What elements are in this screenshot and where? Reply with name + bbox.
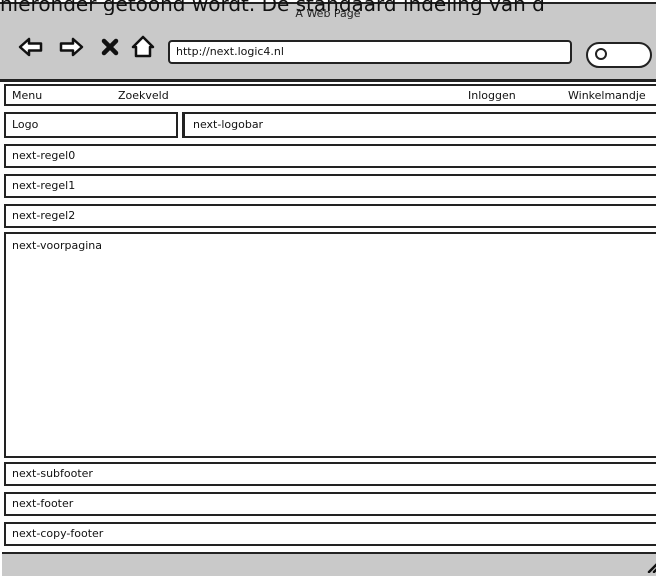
resize-grip-icon[interactable] (646, 558, 656, 574)
home-icon[interactable] (130, 34, 156, 60)
regel0-row: next-regel0 (4, 144, 656, 168)
regel2-row: next-regel2 (4, 204, 656, 228)
search-button[interactable] (586, 42, 652, 68)
search-icon (595, 48, 607, 60)
logobar-box: next-logobar (182, 112, 656, 138)
arrow-right-icon[interactable] (58, 34, 84, 60)
cart-link[interactable]: Winkelmandje (568, 87, 646, 104)
address-text: http://next.logic4.nl (176, 45, 284, 58)
login-link[interactable]: Inloggen (468, 87, 516, 104)
search-field-label[interactable]: Zoekveld (118, 87, 169, 104)
page-caption-text: hieronder getoond wordt. De standaard in… (0, 0, 545, 15)
arrow-left-icon[interactable] (18, 34, 44, 60)
logo-box: Logo (4, 112, 178, 138)
wireframe-mockup: A Web Page http://next.logic4.nl Menu Zo… (0, 0, 656, 576)
address-bar[interactable]: http://next.logic4.nl (168, 40, 572, 64)
menu-link[interactable]: Menu (12, 87, 42, 104)
subfooter-row: next-subfooter (4, 462, 656, 486)
menu-bar: Menu Zoekveld Inloggen Winkelmandje (4, 84, 656, 106)
close-icon[interactable] (97, 34, 123, 60)
regel1-row: next-regel1 (4, 174, 656, 198)
copy-footer-row: next-copy-footer (4, 522, 656, 546)
voorpagina-panel: next-voorpagina (4, 232, 656, 458)
footer-row: next-footer (4, 492, 656, 516)
status-bar (2, 552, 656, 576)
